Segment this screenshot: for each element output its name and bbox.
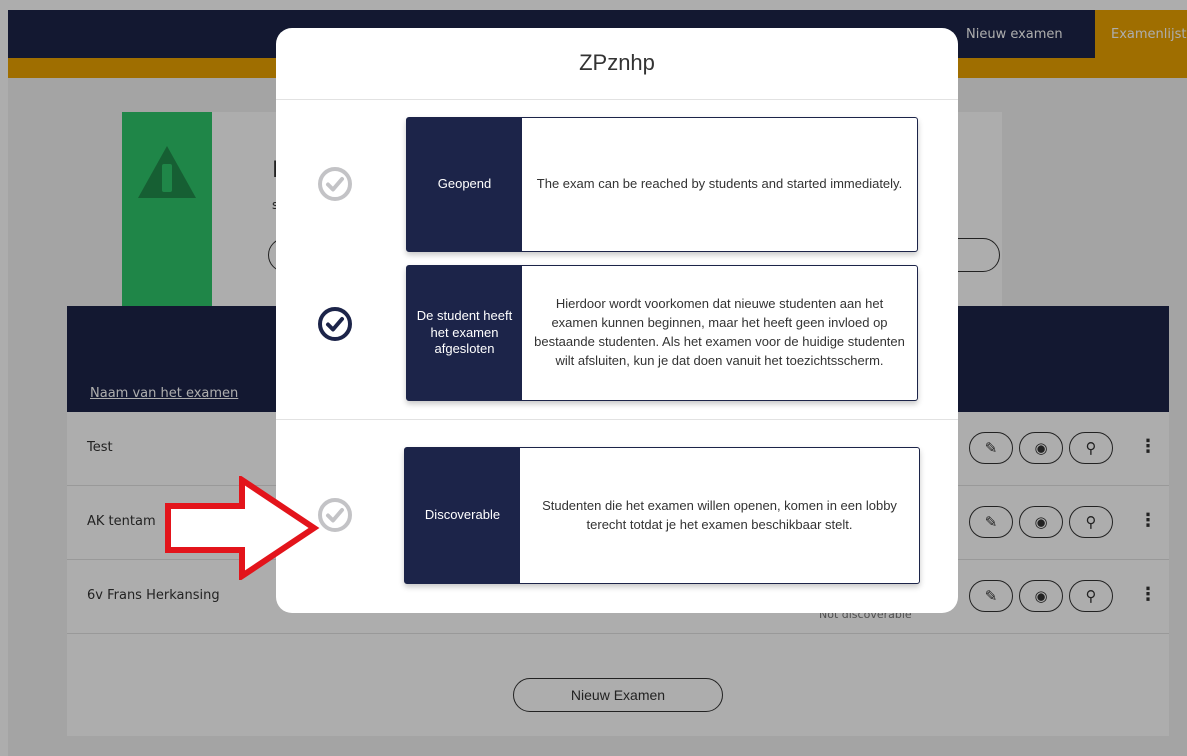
option-card-discoverable[interactable]: Discoverable Studenten die het examen wi…: [404, 447, 920, 584]
modal-divider: [276, 99, 958, 100]
modal-divider: [276, 419, 958, 420]
option-card-afgesloten[interactable]: De student heeft het examen afgesloten H…: [406, 265, 918, 401]
option-card-geopend[interactable]: Geopend The exam can be reached by stude…: [406, 117, 918, 252]
option-label: Geopend: [407, 118, 522, 251]
check-circle-icon[interactable]: [317, 497, 353, 533]
option-label: Discoverable: [405, 448, 520, 583]
modal-title: ZPznhp: [579, 50, 655, 75]
annotation-arrow-icon: [165, 476, 320, 580]
exam-state-modal: ZPznhp Geopend The exam can be reached b…: [276, 28, 958, 613]
check-circle-selected-icon[interactable]: [317, 306, 353, 342]
option-description: Studenten die het examen willen openen, …: [542, 497, 897, 532]
option-label: De student heeft het examen afgesloten: [407, 266, 522, 400]
option-description: The exam can be reached by students and …: [536, 176, 903, 192]
check-circle-icon[interactable]: [317, 166, 353, 202]
option-description: Hierdoor wordt voorkomen dat nieuwe stud…: [534, 296, 905, 368]
